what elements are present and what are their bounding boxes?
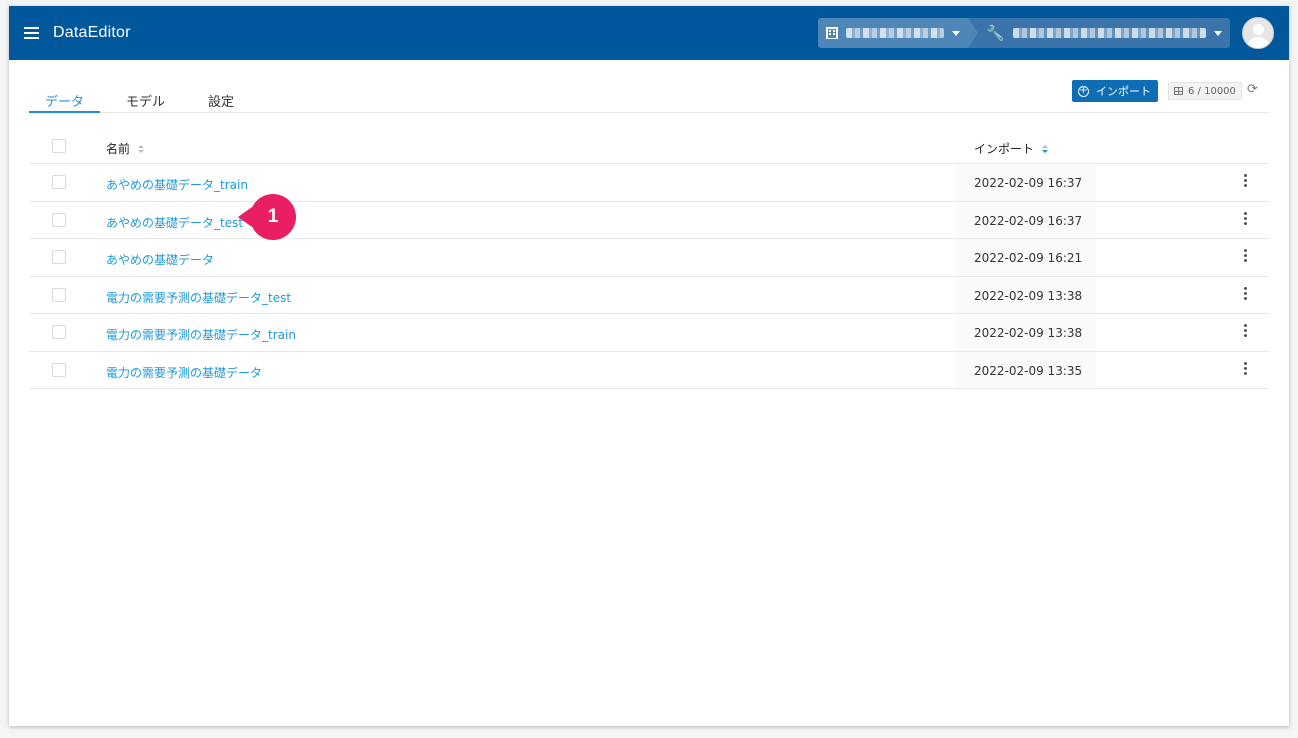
import-date: 2022-02-09 16:37: [956, 164, 1096, 201]
column-header-name-label: 名前: [106, 142, 131, 156]
data-name-link[interactable]: あやめの基礎データ_train: [106, 176, 248, 193]
wrench-icon: 🔧: [986, 24, 1005, 42]
column-header-import[interactable]: インポート: [974, 140, 1049, 157]
tab-settings[interactable]: 設定: [208, 91, 234, 113]
chevron-down-icon: [1214, 30, 1222, 36]
table-row: 電力の需要予測の基礎データ_test 2022-02-09 13:38: [29, 276, 1269, 314]
tab-model[interactable]: モデル: [126, 91, 165, 113]
sort-icon: [138, 144, 145, 153]
organization-name-redacted: [846, 28, 944, 38]
more-vert-icon[interactable]: [1243, 211, 1247, 225]
import-date: 2022-02-09 16:37: [956, 201, 1096, 238]
data-count-badge: 6 / 10000: [1168, 82, 1242, 100]
import-date: 2022-02-09 13:38: [956, 276, 1096, 313]
data-name-link[interactable]: 電力の需要予測の基礎データ_test: [106, 289, 291, 306]
app-title: DataEditor: [53, 24, 131, 41]
table-row: あやめの基礎データ_test 2022-02-09 16:37: [29, 201, 1269, 239]
import-date: 2022-02-09 13:35: [956, 351, 1096, 388]
sort-desc-icon: [1042, 144, 1049, 153]
data-name-link[interactable]: あやめの基礎データ: [106, 251, 214, 268]
building-icon: [826, 27, 838, 39]
more-vert-icon[interactable]: [1243, 324, 1247, 337]
data-name-link[interactable]: 電力の需要予測の基礎データ: [106, 364, 262, 381]
column-header-import-label: インポート: [974, 142, 1035, 156]
import-date: 2022-02-09 13:38: [956, 314, 1096, 351]
import-date: 2022-02-09 16:21: [956, 239, 1096, 276]
table-header: 名前 インポート: [29, 128, 1269, 164]
row-checkbox[interactable]: [52, 362, 66, 377]
row-checkbox[interactable]: [52, 325, 66, 339]
step-callout: 1: [238, 194, 308, 240]
table-row: あやめの基礎データ_train 2022-02-09 16:37: [29, 164, 1269, 202]
table-row: あやめの基礎データ 2022-02-09 16:21: [29, 239, 1269, 277]
row-checkbox[interactable]: [52, 287, 66, 302]
hamburger-icon[interactable]: [24, 27, 39, 39]
row-checkbox[interactable]: [52, 175, 66, 189]
tab-data[interactable]: データ: [29, 91, 100, 113]
refresh-icon[interactable]: ⟳: [1247, 82, 1258, 97]
row-checkbox[interactable]: [52, 250, 66, 264]
more-vert-icon[interactable]: [1243, 286, 1247, 300]
plus-circle-icon: +: [1078, 85, 1089, 97]
callout-number: 1: [250, 194, 296, 240]
app-window: DataEditor 🔧 データ モデル 設定 + インポート 6 / 1000…: [9, 6, 1289, 726]
import-button[interactable]: + インポート: [1072, 80, 1158, 102]
data-count-text: 6 / 10000: [1188, 85, 1236, 97]
data-name-link[interactable]: 電力の需要予測の基礎データ_train: [106, 326, 296, 343]
more-vert-icon[interactable]: [1243, 249, 1247, 262]
import-button-label: インポート: [1096, 85, 1151, 98]
organization-select[interactable]: [818, 18, 978, 48]
more-vert-icon[interactable]: [1243, 361, 1247, 375]
table-row: 電力の需要予測の基礎データ 2022-02-09 13:35: [29, 351, 1269, 389]
select-all-checkbox[interactable]: [52, 139, 66, 153]
app-header: DataEditor 🔧: [9, 6, 1289, 60]
data-name-link[interactable]: あやめの基礎データ_test: [106, 214, 243, 231]
avatar[interactable]: [1242, 17, 1274, 49]
row-checkbox[interactable]: [52, 212, 66, 227]
table-row: 電力の需要予測の基礎データ_train 2022-02-09 13:38: [29, 314, 1269, 352]
project-name-redacted: [1012, 28, 1206, 38]
data-table: 名前 インポート あやめの基礎データ_train 2022-02-09 16:3…: [29, 128, 1269, 389]
table-icon: [1174, 87, 1183, 95]
chevron-down-icon: [952, 30, 960, 36]
more-vert-icon[interactable]: [1243, 174, 1247, 187]
project-select[interactable]: 🔧: [968, 18, 1230, 48]
column-header-name[interactable]: 名前: [106, 140, 145, 157]
